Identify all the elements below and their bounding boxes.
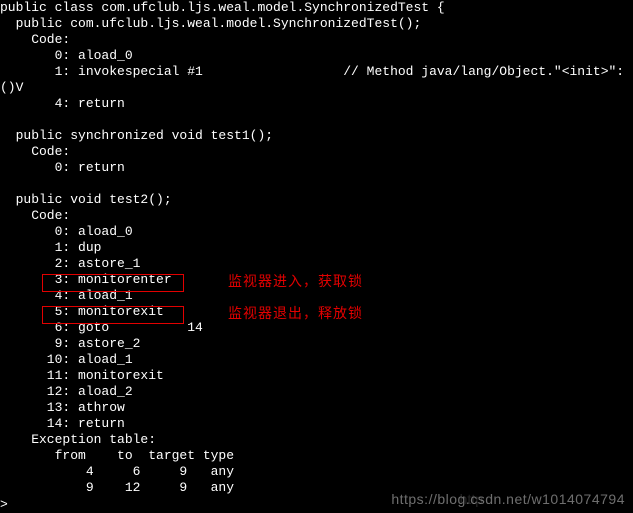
prompt-cursor: > [0,497,8,513]
annotation-exit: 监视器退出，释放锁 [228,305,363,321]
annotation-enter: 监视器进入，获取锁 [228,273,363,289]
bytecode-listing: public class com.ufclub.ljs.weal.model.S… [0,0,633,496]
watermark: https://blog.csdn.net/w1014074794 [391,491,625,507]
